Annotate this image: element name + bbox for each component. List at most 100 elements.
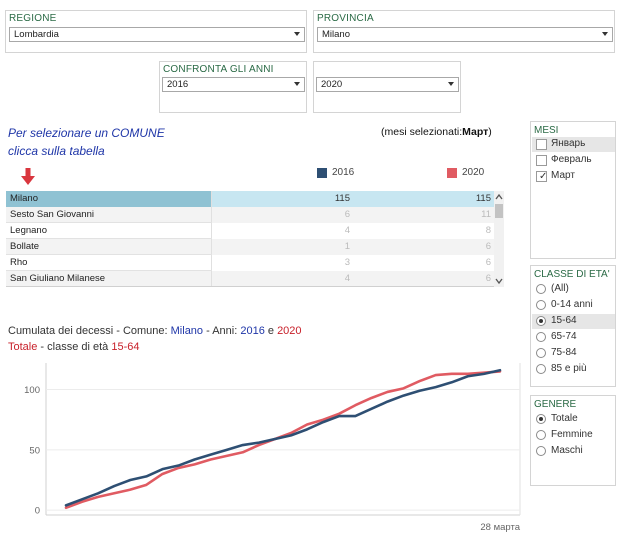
classe-eta-title: CLASSE DI ETA' (534, 269, 610, 280)
genere-option-femmine[interactable]: Femmine (532, 428, 615, 443)
provincia-label: PROVINCIA (317, 13, 374, 24)
year1-dropdown[interactable]: 2016 (162, 77, 305, 92)
legend-2020: 2020 (447, 167, 484, 178)
classe-eta-option-all[interactable]: (All) (532, 282, 615, 297)
chevron-down-icon (294, 82, 300, 86)
table-cell-2020: 6 (485, 257, 491, 268)
genere-filter: GENERE Totale Femmine Maschi (530, 395, 616, 486)
classe-eta-option-label: 65-74 (551, 331, 577, 342)
mesi-filter: MESI Январь Февраль ✓ Март (530, 121, 616, 259)
classe-eta-option-85-piu[interactable]: 85 e più (532, 362, 615, 377)
chart-title-year1: 2016 (240, 325, 265, 337)
hint-line2: clicca sulla tabella (8, 144, 105, 158)
mesi-selezionati-value: Март (462, 126, 489, 138)
y-tick-label: 0 (35, 506, 40, 517)
legend-label-2020: 2020 (462, 167, 485, 178)
radio-button[interactable] (536, 284, 546, 294)
classe-eta-option-0-14[interactable]: 0-14 anni (532, 298, 615, 313)
classe-eta-option-75-84[interactable]: 75-84 (532, 346, 615, 361)
classe-eta-option-label: 75-84 (551, 347, 577, 358)
chart-title-classe: 15-64 (111, 341, 140, 353)
table-cell-2016: 115 (212, 191, 354, 207)
classe-eta-option-label: 0-14 anni (551, 299, 593, 310)
table-row[interactable]: Legnano 4 8 (6, 223, 496, 239)
genere-option-totale[interactable]: Totale (532, 412, 615, 427)
radio-button[interactable] (536, 446, 546, 456)
chevron-down-icon[interactable] (495, 277, 503, 285)
checkbox[interactable] (536, 139, 547, 150)
year1-value: 2016 (167, 79, 189, 90)
table-cell-2016: 6 (344, 209, 350, 220)
genere-option-label: Femmine (551, 429, 593, 440)
mesi-option-marzo[interactable]: ✓ Март (532, 169, 615, 184)
x-end-label: 28 марта (480, 522, 520, 533)
table-cell-2016: 4 (344, 273, 350, 284)
year2-dropdown[interactable]: 2020 (316, 77, 459, 92)
scrollbar-thumb[interactable] (495, 204, 503, 218)
legend-2016: 2016 (317, 167, 354, 178)
genere-option-label: Totale (551, 413, 578, 424)
table-scrollbar[interactable] (494, 191, 504, 287)
table-cell-2020: 115 (354, 191, 494, 207)
y-tick-label: 50 (29, 445, 40, 456)
comuni-table[interactable]: Milano 115 115 Sesto San Giovanni 6 11 L… (6, 191, 504, 287)
table-row[interactable]: San Giuliano Milanese 4 6 (6, 271, 496, 286)
regione-dropdown[interactable]: Lombardia (9, 27, 305, 42)
legend-label-2016: 2016 (332, 167, 355, 178)
legend-swatch-2016 (317, 167, 327, 178)
provincia-dropdown[interactable]: Milano (317, 27, 613, 42)
chart-title-comune: Milano (170, 325, 204, 337)
table-cell-2020: 8 (485, 225, 491, 236)
chevron-up-icon[interactable] (495, 193, 503, 201)
mesi-title: MESI (534, 125, 559, 136)
regione-label: REGIONE (9, 13, 57, 24)
radio-button[interactable] (536, 348, 546, 358)
table-cell-2016: 1 (344, 241, 350, 252)
confronta-anni-label: CONFRONTA GLI ANNI (163, 64, 274, 75)
check-icon: ✓ (539, 171, 548, 182)
table-row[interactable]: Sesto San Giovanni 6 11 (6, 207, 496, 223)
genere-option-label: Maschi (551, 445, 583, 456)
series-line-2016 (64, 368, 502, 507)
radio-button[interactable] (536, 364, 546, 374)
chart-title-line2: Totale - classe di età 15-64 (8, 341, 140, 353)
table-cell-2016: 4 (344, 225, 350, 236)
classe-eta-option-65-74[interactable]: 65-74 (532, 330, 615, 345)
table-cell-name[interactable]: Bollate (6, 239, 212, 255)
legend-swatch-2020 (447, 167, 457, 178)
mesi-option-gennaio[interactable]: Январь (532, 137, 615, 152)
year2-value: 2020 (321, 79, 343, 90)
table-row[interactable]: Milano 115 115 (6, 191, 496, 207)
mesi-option-label: Январь (551, 138, 586, 149)
regione-value: Lombardia (14, 29, 59, 40)
chart-title-year2: 2020 (277, 325, 302, 337)
provincia-value: Milano (322, 29, 350, 40)
chevron-down-icon (602, 32, 608, 36)
series-line-2020 (64, 370, 502, 510)
checkbox-checked[interactable]: ✓ (536, 171, 547, 182)
radio-button[interactable] (536, 332, 546, 342)
table-cell-name[interactable]: Rho (6, 255, 212, 271)
classe-eta-option-15-64[interactable]: 15-64 (532, 314, 615, 329)
table-cell-name[interactable]: Milano (6, 191, 212, 207)
genere-title: GENERE (534, 399, 577, 410)
radio-button-selected[interactable] (536, 414, 546, 424)
table-row[interactable]: Rho 3 6 (6, 255, 496, 271)
table-cell-name[interactable]: Legnano (6, 223, 212, 239)
table-cell-2016: 3 (344, 257, 350, 268)
table-cell-2020: 11 (481, 209, 491, 220)
radio-button[interactable] (536, 300, 546, 310)
table-cell-2020: 6 (485, 273, 491, 284)
classe-eta-filter: CLASSE DI ETA' (All) 0-14 anni 15-64 65-… (530, 265, 616, 387)
table-cell-2020: 6 (485, 241, 491, 252)
radio-button[interactable] (536, 430, 546, 440)
classe-eta-option-label: 85 e più (551, 363, 587, 374)
checkbox[interactable] (536, 155, 547, 166)
radio-button-selected[interactable] (536, 316, 546, 326)
table-cell-name[interactable]: San Giuliano Milanese (6, 271, 212, 286)
table-cell-name[interactable]: Sesto San Giovanni (6, 207, 212, 223)
mesi-option-febbraio[interactable]: Февраль (532, 153, 615, 168)
year2-filter: 2020 (313, 61, 461, 113)
genere-option-maschi[interactable]: Maschi (532, 444, 615, 459)
table-row[interactable]: Bollate 1 6 (6, 239, 496, 255)
